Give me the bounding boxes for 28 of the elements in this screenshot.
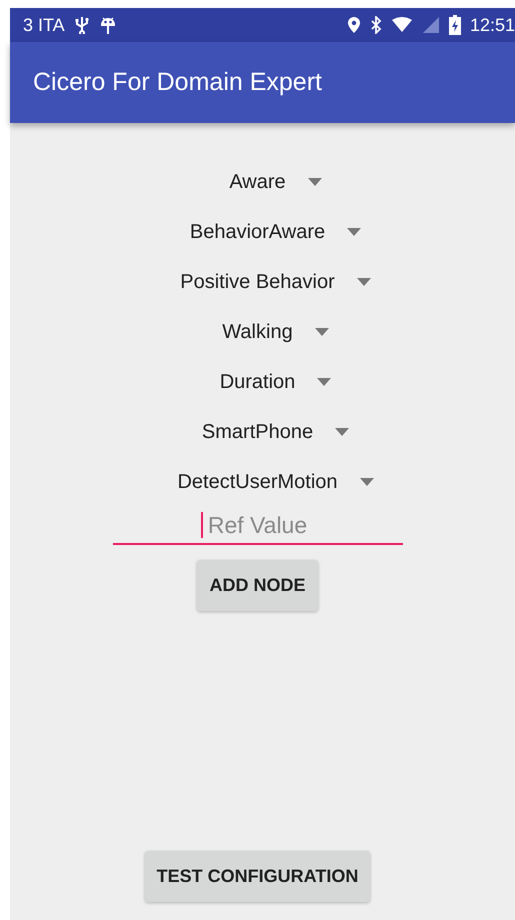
text-cursor xyxy=(200,512,202,538)
usb-icon xyxy=(74,16,89,34)
dropdown[interactable]: Duration xyxy=(184,357,332,407)
app-title: Cicero For Domain Expert xyxy=(33,68,322,97)
carrier-label: 3 ITA xyxy=(23,14,65,36)
caret-icon xyxy=(308,178,322,186)
caret-icon xyxy=(317,378,332,386)
android-icon xyxy=(98,15,117,35)
dropdown[interactable]: Positive Behavior xyxy=(144,257,371,307)
dropdown[interactable]: DetectUserMotion xyxy=(141,457,374,507)
clock-time: 12:51 xyxy=(470,14,515,36)
ref-value-field[interactable]: Ref Value xyxy=(112,507,402,545)
caret-icon xyxy=(335,428,350,436)
dropdown[interactable]: Aware xyxy=(193,157,322,207)
dropdown[interactable]: SmartPhone xyxy=(166,407,350,457)
caret-icon xyxy=(314,328,329,336)
caret-icon xyxy=(356,278,371,286)
caret-icon xyxy=(360,478,374,486)
battery-icon xyxy=(448,15,461,35)
test-configuration-button[interactable]: TEST CONFIGURATION xyxy=(144,851,370,902)
dropdown[interactable]: BehaviorAware xyxy=(154,207,362,257)
signal-icon xyxy=(422,16,440,34)
dropdown[interactable]: Walking xyxy=(186,307,329,357)
location-icon xyxy=(346,16,361,34)
caret-icon xyxy=(347,228,362,236)
wifi-icon xyxy=(390,17,413,33)
bluetooth-icon xyxy=(370,16,382,34)
add-node-button[interactable]: ADD NODE xyxy=(197,560,318,611)
